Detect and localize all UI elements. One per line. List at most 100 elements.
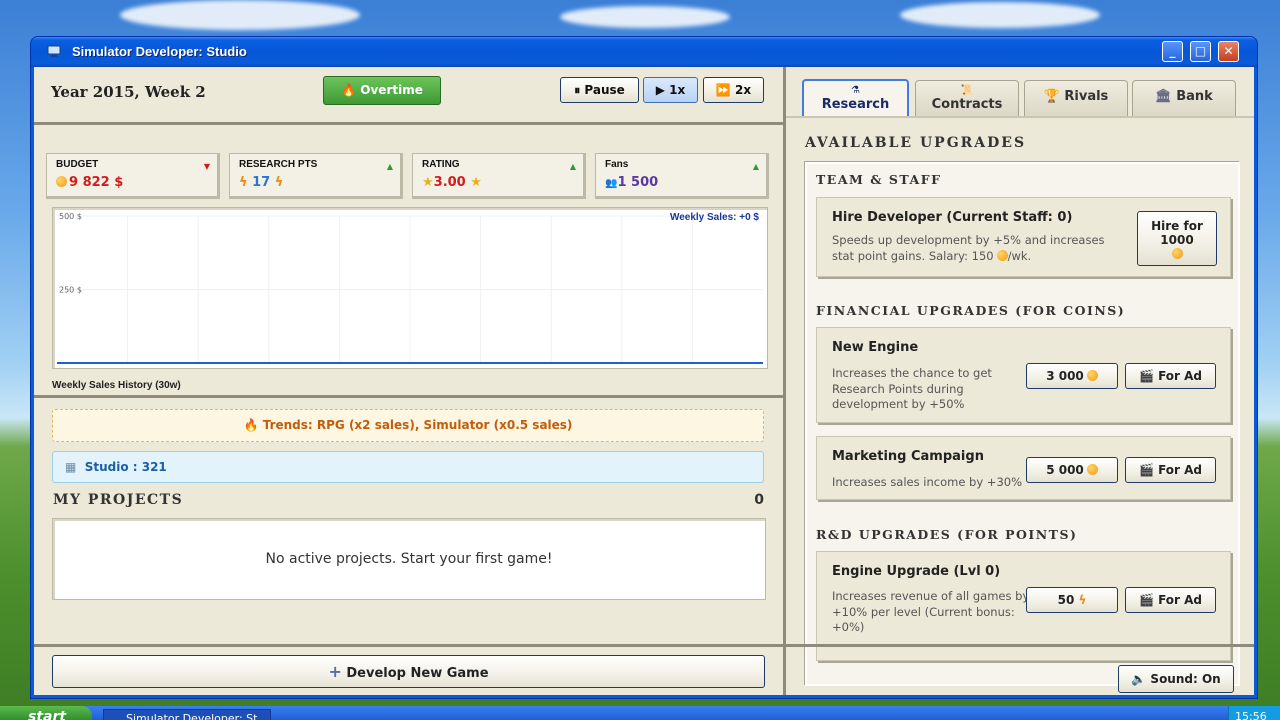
top-bar: Year 2015, Week 2 🔥 Overtime ⏸ Pause ▶ 1… [34, 67, 783, 122]
window-client: Year 2015, Week 2 🔥 Overtime ⏸ Pause ▶ 1… [34, 67, 1254, 695]
hire-developer-button[interactable]: Hire for 1000 [1137, 211, 1217, 266]
chart-caption: Weekly Sales History (30w) [52, 380, 181, 391]
tab-bank[interactable]: 🏛 Bank [1132, 80, 1236, 116]
section-team-staff: TEAM & STAFF [816, 172, 942, 187]
buy-marketing-button[interactable]: 5 000 [1026, 457, 1118, 483]
trend-down-icon: ▼ [203, 162, 210, 171]
speaker-icon: 🔈 [1131, 672, 1147, 686]
coin-icon [1171, 248, 1183, 259]
upgrade-desc: Speeds up development by +5% and increas… [832, 233, 1132, 264]
fast-forward-icon: ⏩ [715, 83, 731, 97]
desc-line: stat point gains. Salary: 150 [832, 248, 994, 263]
play-icon: ▶ [655, 83, 665, 97]
desc-line: Speeds up development by +5% and increas… [832, 233, 1105, 247]
start-button[interactable]: start [0, 706, 92, 720]
speed-2x-button[interactable]: ⏩ 2x [703, 77, 764, 103]
upgrades-scroll-area[interactable]: TEAM & STAFF Hire Developer (Current Sta… [805, 162, 1240, 686]
sky-cloud [900, 2, 1100, 28]
buy-new-engine-button[interactable]: 3 000 [1026, 363, 1118, 389]
tab-label: Rivals [1064, 89, 1109, 104]
flask-icon: ⚗ [851, 85, 860, 96]
engine-upgrade-ad-button[interactable]: 🎬 For Ad [1125, 587, 1216, 613]
pause-button[interactable]: ⏸ Pause [560, 77, 639, 103]
hire-label: Hire for [1151, 219, 1203, 233]
fire-icon: 🔥 [243, 418, 259, 432]
tab-rivals[interactable]: 🏆 Rivals [1024, 80, 1128, 116]
price-label: 50 [1057, 593, 1075, 607]
desc-line: Increases sales income by +30% [832, 475, 1023, 489]
speed-1x-button[interactable]: ▶ 1x [643, 77, 698, 103]
trend-up-icon: ▲ [752, 162, 759, 171]
overtime-button[interactable]: 🔥 Overtime [323, 76, 441, 105]
desc-line: Increases the chance to get [832, 366, 992, 380]
clapper-icon: 🎬 [1138, 369, 1154, 383]
sky-cloud [560, 6, 730, 28]
price-label: 3 000 [1046, 369, 1084, 383]
coin-icon [996, 249, 1008, 261]
divider [786, 644, 1254, 647]
projects-list: No active projects. Start your first gam… [52, 518, 766, 600]
maximize-button[interactable]: □ [1190, 41, 1211, 62]
tab-label: Research [821, 97, 890, 112]
upgrade-desc: Increases revenue of all games by +10% pe… [832, 589, 1032, 636]
sales-chart-svg: 500 $ 250 $ Weekly Sales: +0 $ [57, 212, 763, 364]
taskbar-item-simulator[interactable]: Simulator Developer: St [103, 709, 271, 720]
tab-label: Contracts [931, 97, 1003, 112]
desc-line: development by +50% [832, 397, 965, 411]
scroll-icon: 📜 [960, 85, 974, 96]
stat-value: 9 822 $ [56, 175, 123, 190]
chart-y-tick-label: 250 $ [59, 286, 82, 295]
desc-line: +10% per level (Current bonus: [832, 604, 1015, 619]
projects-empty-text: No active projects. Start your first gam… [265, 551, 553, 567]
tab-divider [786, 116, 1254, 118]
stat-label: RESEARCH PTS [239, 159, 318, 170]
develop-label: Develop New Game [346, 666, 489, 681]
tab-research[interactable]: ⚗ Research [802, 79, 909, 117]
upgrade-desc: Increases sales income by +30% [832, 475, 1032, 491]
trophy-icon: 🏆 [1043, 89, 1060, 104]
stat-fans: Fans ▲ 👥1 500 [595, 153, 769, 199]
upgrade-title: Engine Upgrade (Lvl 0) [832, 564, 1001, 579]
coin-icon [1086, 464, 1098, 475]
trend-up-icon: ▲ [569, 162, 576, 171]
desc-line: +0%) [832, 620, 865, 634]
stat-budget: BUDGET ▼ 9 822 $ [46, 153, 220, 199]
fire-icon: 🔥 [341, 83, 357, 97]
upgrade-new-engine: New Engine Increases the chance to get Re… [816, 327, 1231, 423]
ad-label: For Ad [1158, 593, 1203, 607]
rating-value: 3.00 [433, 175, 466, 190]
app-window: Simulator Developer: Studio _ □ ✕ Year 2… [31, 37, 1257, 698]
upgrade-hire-developer: Hire Developer (Current Staff: 0) Speeds… [816, 197, 1231, 277]
overtime-label: Overtime [360, 83, 423, 97]
studio-text: Studio : 321 [84, 460, 167, 474]
start-label: start [28, 709, 67, 720]
minimize-button[interactable]: _ [1162, 41, 1183, 62]
coin-icon [56, 176, 67, 187]
tab-label: Bank [1176, 89, 1213, 104]
buy-engine-upgrade-button[interactable]: 50 ϟ [1026, 587, 1118, 613]
trend-banner: 🔥 Trends: RPG (x2 sales), Simulator (x0.… [52, 409, 764, 442]
title-bar[interactable]: Simulator Developer: Studio _ □ ✕ [31, 37, 1257, 67]
sound-toggle-button[interactable]: 🔈 Sound: On [1118, 665, 1234, 693]
new-engine-ad-button[interactable]: 🎬 For Ad [1125, 363, 1216, 389]
section-financial: FINANCIAL UPGRADES (FOR COINS) [816, 303, 1126, 318]
develop-new-game-button[interactable]: + Develop New Game [52, 655, 765, 688]
marketing-ad-button[interactable]: 🎬 For Ad [1125, 457, 1216, 483]
trend-up-icon: ▲ [386, 162, 393, 171]
building-icon: ▦ [65, 460, 77, 474]
sound-label: Sound: On [1150, 672, 1221, 686]
close-button[interactable]: ✕ [1218, 41, 1239, 62]
stat-value: ★3.00 ★ [422, 175, 482, 190]
pause-icon: ⏸ [574, 83, 581, 97]
sales-chart: 500 $ 250 $ Weekly Sales: +0 $ [52, 207, 768, 369]
lightning-icon: ϟ [239, 175, 248, 190]
projects-count: 0 [754, 492, 764, 508]
divider [34, 122, 783, 125]
people-icon: 👥 [605, 178, 618, 189]
pause-label: Pause [584, 83, 625, 97]
clock-label: 15:56 [1235, 710, 1267, 720]
lightning-icon: ϟ [274, 175, 284, 190]
tab-contracts[interactable]: 📜 Contracts [915, 80, 1019, 116]
chart-y-tick-label: 500 $ [59, 212, 82, 221]
hire-price: 1000 [1160, 233, 1194, 247]
